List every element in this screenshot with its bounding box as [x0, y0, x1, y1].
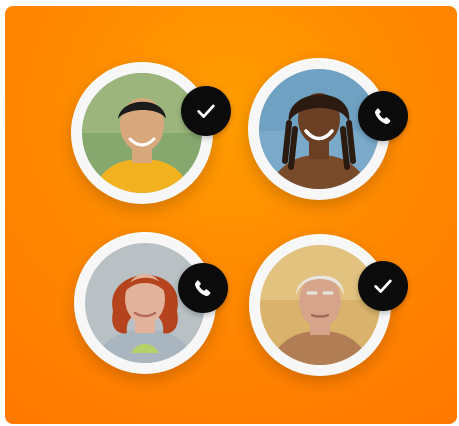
contact-photo-1	[82, 73, 202, 193]
checkmark-icon	[372, 275, 394, 297]
phone-icon	[192, 277, 214, 299]
status-badge-3	[178, 263, 228, 313]
phone-icon	[372, 105, 394, 127]
contacts-card	[5, 6, 457, 424]
contact-avatar-1[interactable]	[71, 62, 213, 204]
contact-photo-4	[260, 245, 380, 365]
checkmark-icon	[195, 100, 217, 122]
status-badge-4	[358, 261, 408, 311]
status-badge-2	[358, 91, 408, 141]
status-badge-1	[181, 86, 231, 136]
